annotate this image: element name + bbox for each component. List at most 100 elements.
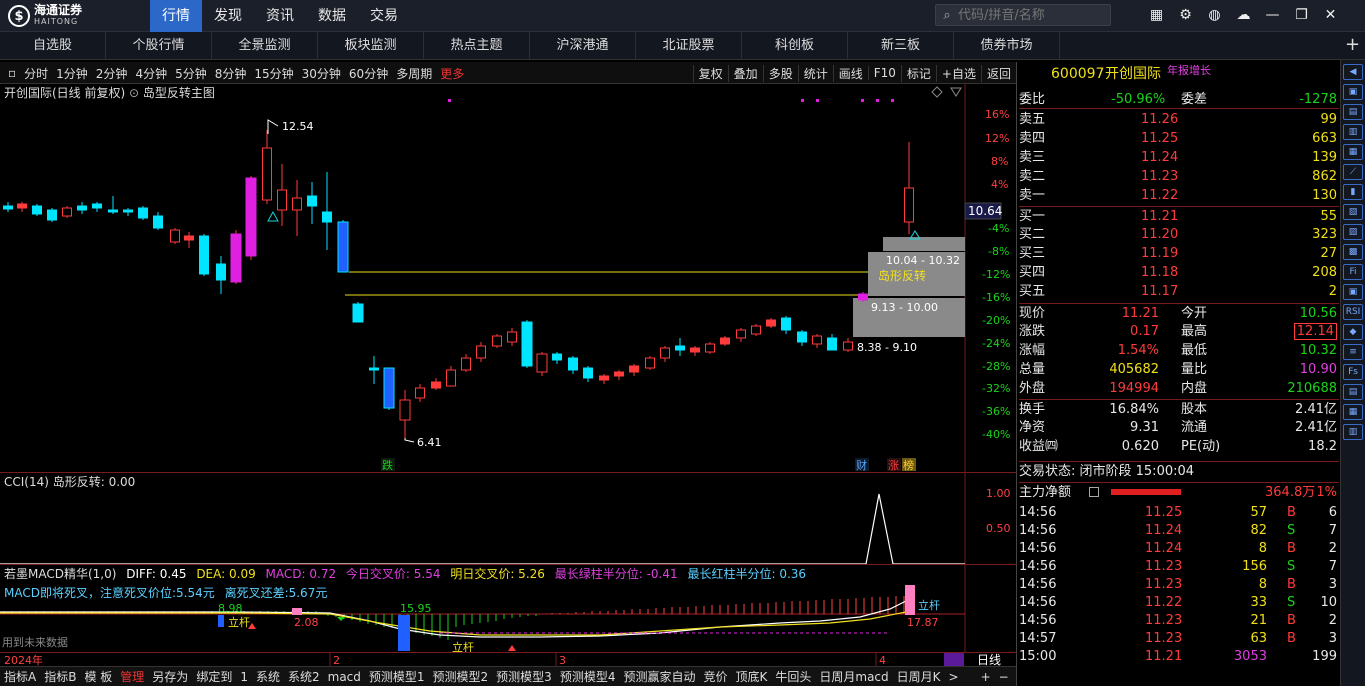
- tab-indicator-b[interactable]: 指标B: [40, 668, 80, 685]
- grid-icon[interactable]: ▦: [1146, 5, 1167, 26]
- search-box[interactable]: ⌕: [935, 4, 1111, 26]
- tab-system[interactable]: 系统: [252, 668, 284, 685]
- ask-row[interactable]: 卖二 11.23 862: [1019, 167, 1339, 186]
- nav-sector[interactable]: 板块监测: [318, 32, 424, 60]
- tool-draw[interactable]: 画线: [832, 64, 868, 82]
- side-tool-icon[interactable]: ▦: [1343, 144, 1363, 160]
- nav-hot-topics[interactable]: 热点主题: [424, 32, 530, 60]
- side-tool-icon[interactable]: ◆: [1343, 324, 1363, 340]
- collapse-icon[interactable]: ▫: [4, 66, 20, 80]
- tab-bull[interactable]: 牛回头: [771, 668, 815, 685]
- period-multi[interactable]: 多周期: [392, 65, 436, 82]
- tab-1[interactable]: 1: [236, 670, 252, 684]
- topnav-quotes[interactable]: 行情: [150, 0, 202, 32]
- side-tool-icon[interactable]: ▤: [1343, 384, 1363, 400]
- bid-row[interactable]: 买二 11.20 323: [1019, 225, 1339, 244]
- ask-row[interactable]: 卖四 11.25 663: [1019, 129, 1339, 148]
- period-60m[interactable]: 60分钟: [345, 65, 392, 82]
- side-tool-icon[interactable]: ▣: [1343, 284, 1363, 300]
- side-tool-icon[interactable]: ≡: [1343, 344, 1363, 360]
- triangle-icon[interactable]: [950, 87, 962, 97]
- tab-manage[interactable]: 管理: [116, 668, 148, 685]
- period-15m[interactable]: 15分钟: [250, 65, 297, 82]
- side-tool-icon[interactable]: ▧: [1343, 204, 1363, 220]
- tab-scroll-right[interactable]: >: [945, 670, 963, 684]
- bid-row[interactable]: 买五 11.17 2: [1019, 282, 1339, 301]
- tab-model3[interactable]: 预测模型3: [492, 668, 556, 685]
- period-more[interactable]: 更多: [436, 65, 468, 82]
- nav-stock-quote[interactable]: 个股行情: [106, 32, 212, 60]
- period-4m[interactable]: 4分钟: [131, 65, 171, 82]
- minimize-icon[interactable]: —: [1262, 5, 1283, 26]
- side-tool-icon[interactable]: ▦: [1343, 404, 1363, 420]
- tab-dwm-k[interactable]: 日周月K: [893, 668, 945, 685]
- tool-multistock[interactable]: 多股: [762, 64, 798, 82]
- add-tab-button[interactable]: +: [1340, 32, 1365, 60]
- tab-macd[interactable]: macd: [324, 670, 365, 684]
- maximize-icon[interactable]: ❐: [1291, 5, 1312, 26]
- tool-stats[interactable]: 统计: [797, 64, 833, 82]
- tab-model-auto[interactable]: 预测赢家自动: [619, 668, 699, 685]
- tool-back[interactable]: 返回: [980, 64, 1016, 82]
- side-tool-icon[interactable]: ▨: [1343, 224, 1363, 240]
- tool-adjust[interactable]: 复权: [692, 64, 728, 82]
- chat-icon[interactable]: ☁: [1233, 5, 1254, 26]
- tab-dwm-macd[interactable]: 日周月macd: [815, 668, 892, 685]
- indicator-dropdown-icon[interactable]: ⊙: [129, 86, 139, 100]
- nav-panorama[interactable]: 全景监测: [212, 32, 318, 60]
- nav-neeq[interactable]: 新三板: [848, 32, 954, 60]
- gear-icon[interactable]: ⚙: [1175, 5, 1196, 26]
- side-tool-icon[interactable]: ◀: [1343, 64, 1363, 80]
- tool-add-watch[interactable]: +自选: [935, 64, 981, 82]
- main-indicator[interactable]: 岛型反转主图: [143, 86, 215, 100]
- bid-row[interactable]: 买三 11.19 27: [1019, 244, 1339, 263]
- nav-hk-connect[interactable]: 沪深港通: [530, 32, 636, 60]
- period-1m[interactable]: 1分钟: [52, 65, 92, 82]
- tab-system2[interactable]: 系统2: [284, 668, 324, 685]
- topnav-data[interactable]: 数据: [306, 0, 358, 32]
- bid-row[interactable]: 买四 11.18 208: [1019, 263, 1339, 282]
- nav-star[interactable]: 科创板: [742, 32, 848, 60]
- bid-row[interactable]: 买一 11.21 55: [1019, 206, 1339, 225]
- globe-icon[interactable]: ◍: [1204, 5, 1225, 26]
- period-daily[interactable]: 日线: [977, 653, 1001, 667]
- side-tool-icon[interactable]: ⟋: [1343, 164, 1363, 180]
- ask-row[interactable]: 卖五 11.26 99: [1019, 110, 1339, 129]
- side-tool-icon[interactable]: ▥: [1343, 424, 1363, 440]
- tab-indicator-a[interactable]: 指标A: [0, 668, 40, 685]
- side-tool-icon[interactable]: ▥: [1343, 124, 1363, 140]
- tab-add[interactable]: +: [977, 670, 995, 684]
- period-tick[interactable]: 分时: [20, 65, 52, 82]
- side-tool-icon[interactable]: ▮: [1343, 184, 1363, 200]
- topnav-trade[interactable]: 交易: [358, 0, 410, 32]
- tab-save-as[interactable]: 另存为: [148, 668, 192, 685]
- diamond-icon[interactable]: [931, 86, 943, 98]
- side-tool-icon[interactable]: ▣: [1343, 84, 1363, 100]
- close-icon[interactable]: ✕: [1320, 5, 1341, 26]
- tab-model1[interactable]: 预测模型1: [365, 668, 429, 685]
- side-tool-icon[interactable]: Fi: [1343, 264, 1363, 280]
- ask-row[interactable]: 卖三 11.24 139: [1019, 148, 1339, 167]
- tool-mark[interactable]: 标记: [900, 64, 936, 82]
- period-30m[interactable]: 30分钟: [298, 65, 345, 82]
- cci-panel[interactable]: CCI(14) 岛形反转: 0.00 1.00 0.50: [0, 472, 1016, 565]
- side-tool-icon[interactable]: RSI: [1343, 304, 1363, 320]
- ask-row[interactable]: 卖一 11.22 130: [1019, 186, 1339, 205]
- tab-model2[interactable]: 预测模型2: [429, 668, 493, 685]
- tab-topbottom[interactable]: 顶底K: [731, 668, 771, 685]
- nav-bse[interactable]: 北证股票: [636, 32, 742, 60]
- side-tool-icon[interactable]: ▩: [1343, 244, 1363, 260]
- tool-f10[interactable]: F10: [867, 66, 901, 80]
- tool-overlay[interactable]: 叠加: [727, 64, 763, 82]
- tab-template[interactable]: 模 板: [80, 668, 116, 685]
- main-net-icon[interactable]: [1089, 487, 1099, 497]
- nav-bond[interactable]: 债券市场: [954, 32, 1060, 60]
- candlestick-chart[interactable]: 10.04 - 10.32 岛形反转 9.13 - 10.00 8.38 - 9…: [0, 84, 1016, 472]
- tab-auction[interactable]: 竞价: [699, 668, 731, 685]
- tab-model4[interactable]: 预测模型4: [556, 668, 620, 685]
- tab-bind[interactable]: 绑定到: [192, 668, 236, 685]
- tab-remove[interactable]: −: [995, 670, 1013, 684]
- period-2m[interactable]: 2分钟: [92, 65, 132, 82]
- side-tool-icon[interactable]: Fs: [1343, 364, 1363, 380]
- side-tool-icon[interactable]: ▤: [1343, 104, 1363, 120]
